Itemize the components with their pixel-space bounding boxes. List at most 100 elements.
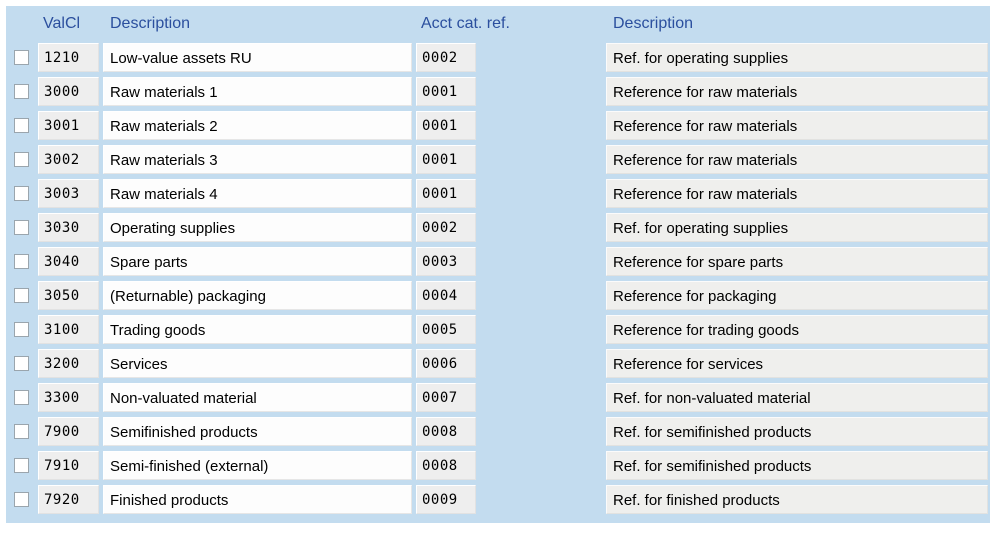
acct-cat-ref-field[interactable]: 0003 xyxy=(416,247,476,276)
row-select-cell[interactable] xyxy=(6,109,36,143)
row-select-cell[interactable] xyxy=(6,143,36,177)
valcl-field[interactable]: 1210 xyxy=(38,43,99,72)
acct-cat-ref-field[interactable]: 0006 xyxy=(416,349,476,378)
table-row[interactable]: 3000 Raw materials 1 0001 Reference for raw… xyxy=(6,75,990,109)
row-select-cell[interactable] xyxy=(6,75,36,109)
row-select-checkbox[interactable] xyxy=(13,288,29,304)
row-select-checkbox[interactable] xyxy=(13,322,29,338)
table-row[interactable]: 1210 Low-value assets RU 0002 Ref. for oper… xyxy=(6,41,990,75)
row-select-cell[interactable] xyxy=(6,211,36,245)
valcl-field[interactable]: 7900 xyxy=(38,417,99,446)
acct-cat-ref-field[interactable]: 0007 xyxy=(416,383,476,412)
row-select-cell[interactable] xyxy=(6,415,36,449)
valcl-field[interactable]: 3030 xyxy=(38,213,99,242)
row-select-cell[interactable] xyxy=(6,449,36,483)
valcl-field[interactable]: 7910 xyxy=(38,451,99,480)
valcl-field[interactable]: 7920 xyxy=(38,485,99,514)
acct-cat-ref-field[interactable]: 0002 xyxy=(416,43,476,72)
description-1-field[interactable]: Raw materials 3 xyxy=(103,145,412,174)
acct-cat-ref-field[interactable]: 0004 xyxy=(416,281,476,310)
table-row[interactable]: 3300 Non-valuated material 0007 Ref. for no… xyxy=(6,381,990,415)
row-select-checkbox[interactable] xyxy=(13,186,29,202)
valcl-field[interactable]: 3001 xyxy=(38,111,99,140)
acct-cat-ref-field[interactable]: 0002 xyxy=(416,213,476,242)
row-select-checkbox[interactable] xyxy=(13,118,29,134)
column-header-select[interactable] xyxy=(6,6,36,41)
description-1-field[interactable]: Low-value assets RU xyxy=(103,43,412,72)
row-select-cell[interactable] xyxy=(6,279,36,313)
table-row[interactable]: 3002 Raw materials 3 0001 Reference for raw… xyxy=(6,143,990,177)
valcl-field[interactable]: 3002 xyxy=(38,145,99,174)
description-2-field[interactable]: Ref. for finished products xyxy=(606,485,988,514)
valcl-field[interactable]: 3100 xyxy=(38,315,99,344)
acct-cat-ref-field[interactable]: 0001 xyxy=(416,77,476,106)
description-2-field[interactable]: Ref. for semifinished products xyxy=(606,417,988,446)
table-row[interactable]: 3050 (Returnable) packaging 0004 Reference … xyxy=(6,279,990,313)
acct-cat-ref-field[interactable]: 0001 xyxy=(416,179,476,208)
description-2-field[interactable]: Reference for raw materials xyxy=(606,111,988,140)
valcl-field[interactable]: 3040 xyxy=(38,247,99,276)
acct-cat-ref-field[interactable]: 0008 xyxy=(416,451,476,480)
row-select-checkbox[interactable] xyxy=(13,254,29,270)
description-1-field[interactable]: Non-valuated material xyxy=(103,383,412,412)
description-2-field[interactable]: Ref. for non-valuated material xyxy=(606,383,988,412)
description-2-field[interactable]: Reference for raw materials xyxy=(606,145,988,174)
column-header-acct-cat-ref[interactable]: Acct cat. ref. xyxy=(414,6,604,41)
description-2-field[interactable]: Reference for services xyxy=(606,349,988,378)
description-1-field[interactable]: Operating supplies xyxy=(103,213,412,242)
description-2-field[interactable]: Ref. for semifinished products xyxy=(606,451,988,480)
valcl-field[interactable]: 3050 xyxy=(38,281,99,310)
description-1-field[interactable]: Services xyxy=(103,349,412,378)
valcl-field[interactable]: 3300 xyxy=(38,383,99,412)
row-select-checkbox[interactable] xyxy=(13,356,29,372)
table-row[interactable]: 3100 Trading goods 0005 Reference for tradi… xyxy=(6,313,990,347)
valcl-field[interactable]: 3000 xyxy=(38,77,99,106)
row-select-cell[interactable] xyxy=(6,483,36,517)
row-select-checkbox[interactable] xyxy=(13,390,29,406)
table-row[interactable]: 3030 Operating supplies 0002 Ref. for opera… xyxy=(6,211,990,245)
row-select-cell[interactable] xyxy=(6,41,36,75)
row-select-cell[interactable] xyxy=(6,347,36,381)
description-1-field[interactable]: Spare parts xyxy=(103,247,412,276)
table-row[interactable]: 3200 Services 0006 Reference for services xyxy=(6,347,990,381)
description-2-field[interactable]: Reference for raw materials xyxy=(606,77,988,106)
row-select-cell[interactable] xyxy=(6,245,36,279)
description-1-field[interactable]: (Returnable) packaging xyxy=(103,281,412,310)
column-header-valcl[interactable]: ValCl xyxy=(36,6,101,41)
valcl-field[interactable]: 3200 xyxy=(38,349,99,378)
table-row[interactable]: 3040 Spare parts 0003 Reference for spare p… xyxy=(6,245,990,279)
description-1-field[interactable]: Finished products xyxy=(103,485,412,514)
row-select-cell[interactable] xyxy=(6,313,36,347)
table-row[interactable]: 7920 Finished products 0009 Ref. for finish… xyxy=(6,483,990,517)
description-1-field[interactable]: Raw materials 1 xyxy=(103,77,412,106)
row-select-cell[interactable] xyxy=(6,381,36,415)
table-row[interactable]: 3001 Raw materials 2 0001 Reference for raw… xyxy=(6,109,990,143)
acct-cat-ref-field[interactable]: 0008 xyxy=(416,417,476,446)
acct-cat-ref-field[interactable]: 0005 xyxy=(416,315,476,344)
row-select-checkbox[interactable] xyxy=(13,424,29,440)
description-2-field[interactable]: Reference for raw materials xyxy=(606,179,988,208)
description-1-field[interactable]: Trading goods xyxy=(103,315,412,344)
row-select-checkbox[interactable] xyxy=(13,220,29,236)
description-2-field[interactable]: Reference for packaging xyxy=(606,281,988,310)
description-1-field[interactable]: Raw materials 2 xyxy=(103,111,412,140)
acct-cat-ref-field[interactable]: 0001 xyxy=(416,111,476,140)
column-header-description-2[interactable]: Description xyxy=(604,6,990,41)
row-select-checkbox[interactable] xyxy=(13,50,29,66)
description-1-field[interactable]: Semifinished products xyxy=(103,417,412,446)
valcl-field[interactable]: 3003 xyxy=(38,179,99,208)
acct-cat-ref-field[interactable]: 0009 xyxy=(416,485,476,514)
description-1-field[interactable]: Raw materials 4 xyxy=(103,179,412,208)
row-select-checkbox[interactable] xyxy=(13,492,29,508)
description-2-field[interactable]: Ref. for operating supplies xyxy=(606,43,988,72)
row-select-checkbox[interactable] xyxy=(13,152,29,168)
description-1-field[interactable]: Semi-finished (external) xyxy=(103,451,412,480)
row-select-checkbox[interactable] xyxy=(13,84,29,100)
description-2-field[interactable]: Reference for trading goods xyxy=(606,315,988,344)
column-header-description-1[interactable]: Description xyxy=(101,6,414,41)
row-select-cell[interactable] xyxy=(6,177,36,211)
acct-cat-ref-field[interactable]: 0001 xyxy=(416,145,476,174)
table-row[interactable]: 7910 Semi-finished (external) 0008 Ref. for… xyxy=(6,449,990,483)
description-2-field[interactable]: Reference for spare parts xyxy=(606,247,988,276)
row-select-checkbox[interactable] xyxy=(13,458,29,474)
